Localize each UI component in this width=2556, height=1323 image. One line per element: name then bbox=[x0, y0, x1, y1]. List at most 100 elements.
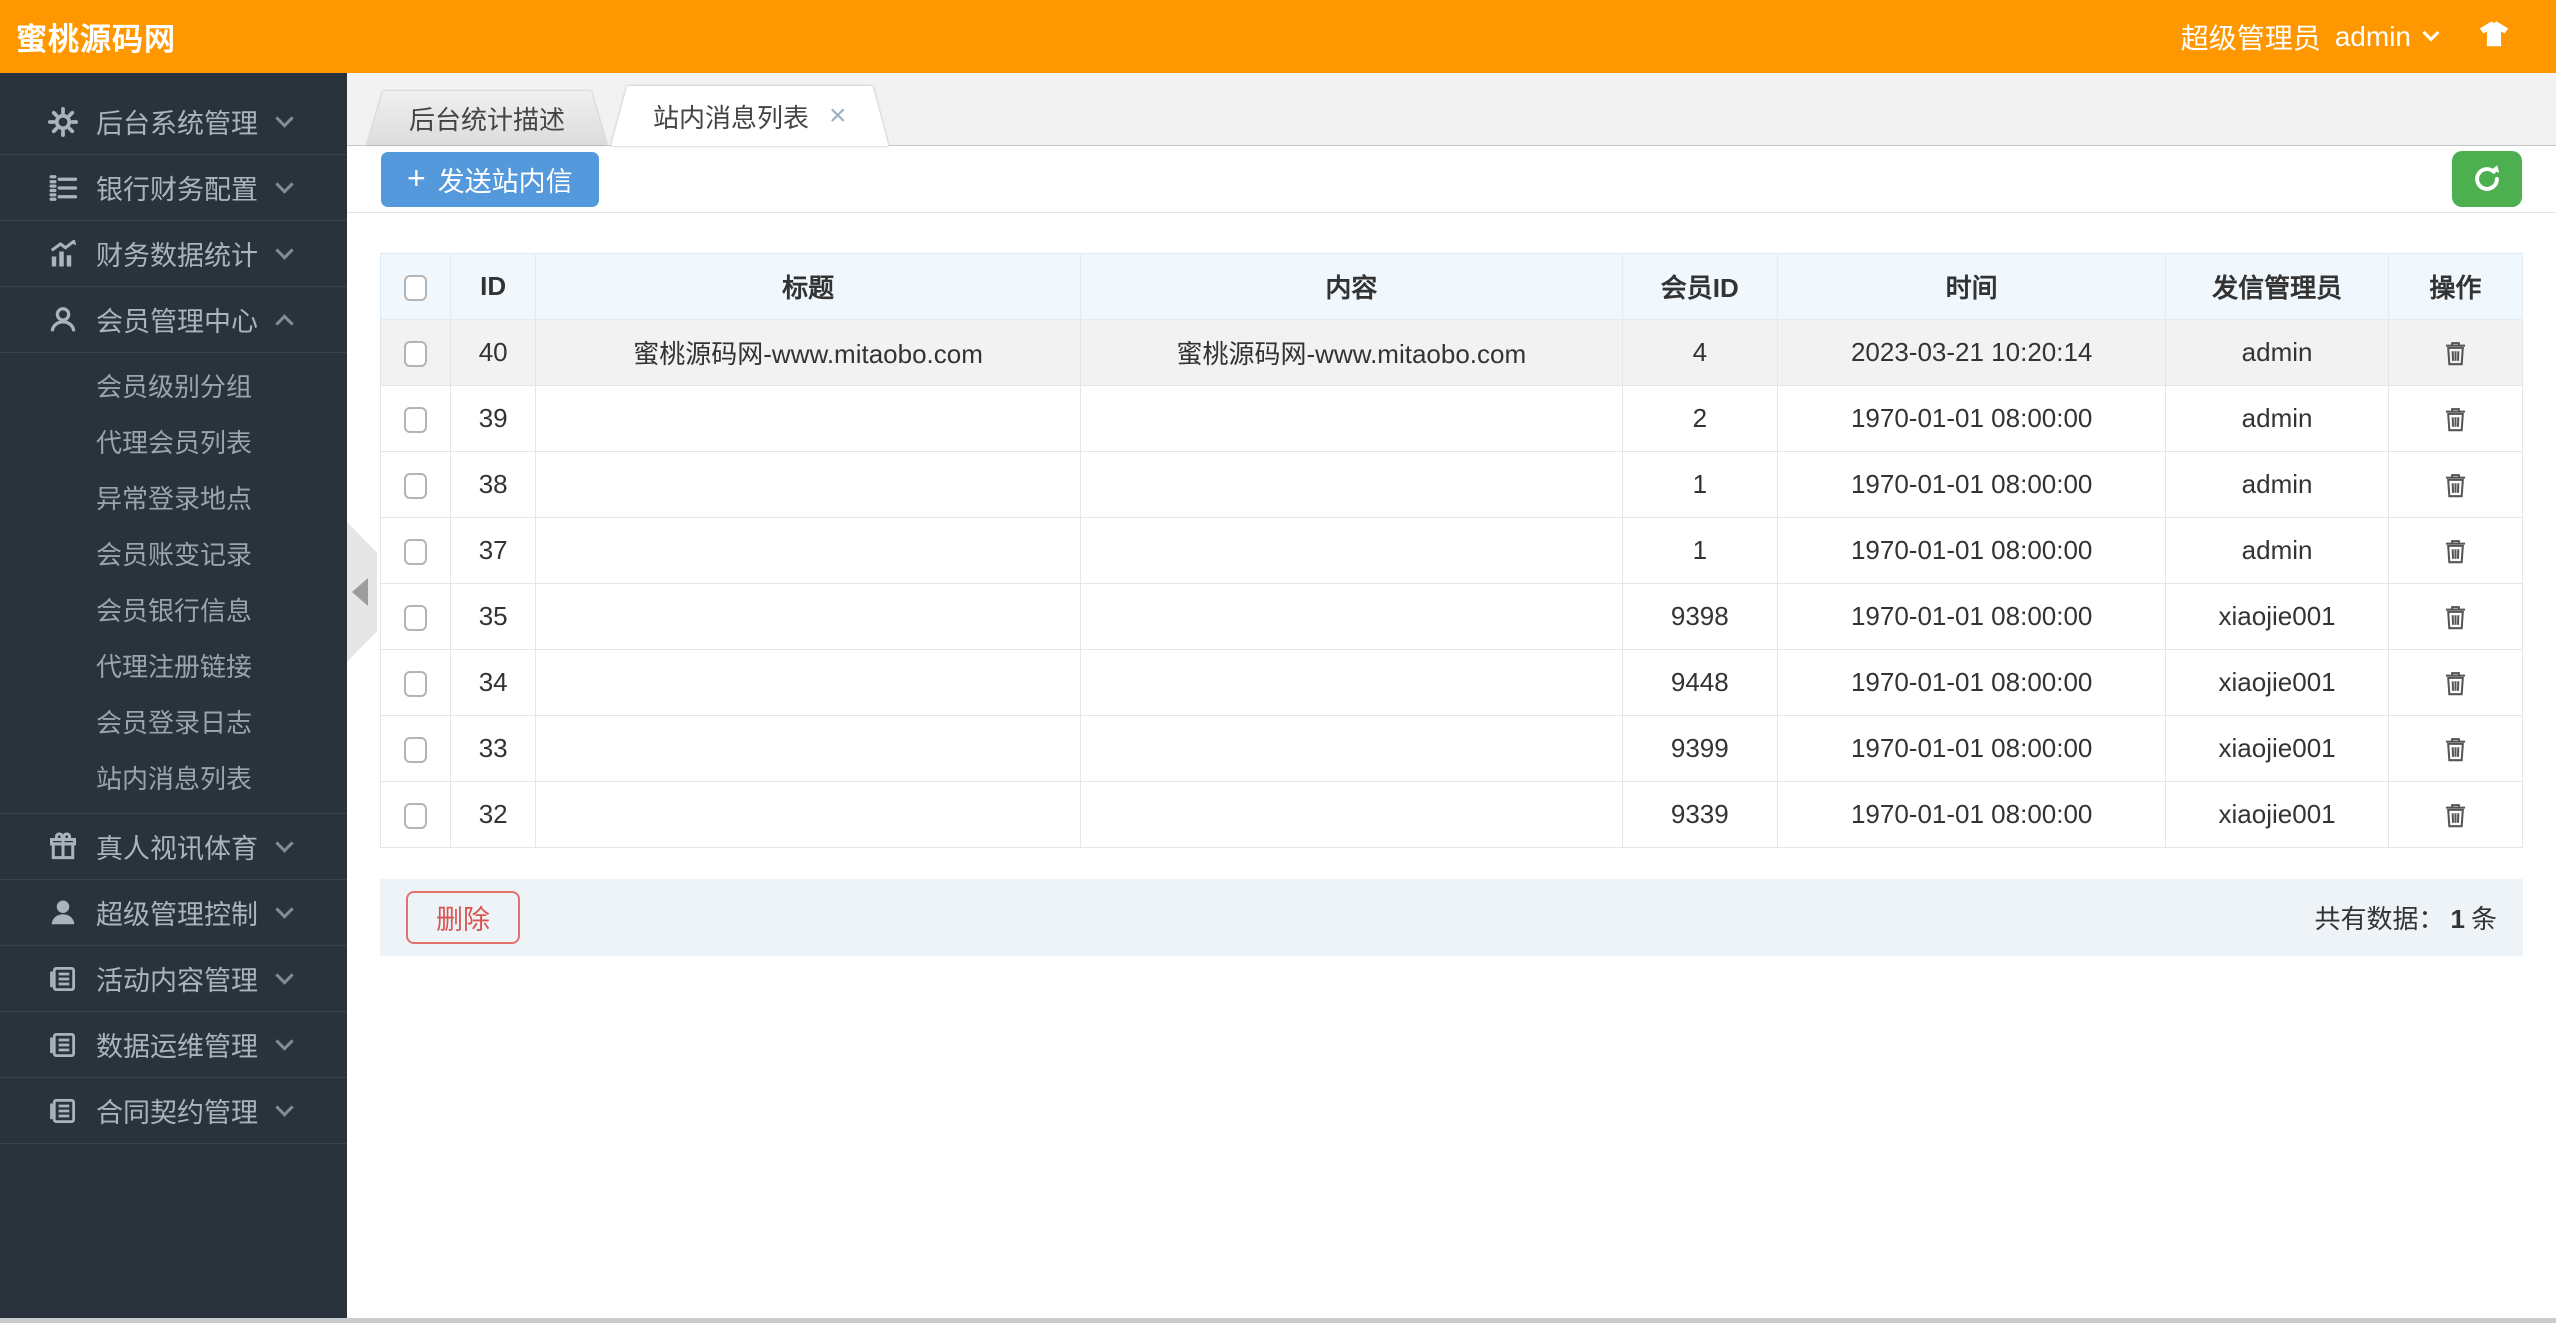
toolbar: + 发送站内信 bbox=[347, 146, 2556, 213]
cell-content bbox=[1079, 517, 1623, 584]
chevron-down-icon bbox=[275, 241, 294, 260]
cell-sender: admin bbox=[2165, 385, 2389, 452]
sidebar-item-6[interactable]: 超级管理控制 bbox=[0, 880, 347, 946]
cell-member-id: 9398 bbox=[1621, 583, 1778, 650]
cell-id: 35 bbox=[450, 583, 537, 650]
horizontal-scrollbar[interactable] bbox=[0, 1318, 2556, 1323]
row-checkbox[interactable] bbox=[404, 605, 428, 632]
chevron-down-icon bbox=[275, 175, 294, 194]
sidebar-item-4[interactable]: 会员管理中心 bbox=[0, 287, 347, 353]
cell-member-id: 4 bbox=[1621, 319, 1778, 386]
cell-title bbox=[535, 649, 1081, 716]
cell-sender: xiaojie001 bbox=[2165, 715, 2389, 782]
cell-sender: admin bbox=[2165, 517, 2389, 584]
table-row: 35 9398 1970-01-01 08:00:00 xiaojie001 bbox=[379, 583, 2524, 650]
send-message-button[interactable]: + 发送站内信 bbox=[381, 151, 599, 207]
table-row: 32 9339 1970-01-01 08:00:00 xiaojie001 bbox=[379, 781, 2524, 848]
cell-id: 33 bbox=[450, 715, 537, 782]
sidebar-item-8[interactable]: 数据运维管理 bbox=[0, 1012, 347, 1078]
sidebar-item-icon bbox=[48, 107, 78, 137]
chevron-left-icon bbox=[352, 578, 368, 606]
tab-close-icon[interactable]: × bbox=[829, 101, 847, 131]
sidebar-subitem[interactable]: 会员级别分组 bbox=[0, 359, 347, 415]
cell-sender: xiaojie001 bbox=[2165, 649, 2389, 716]
cell-sender: admin bbox=[2165, 451, 2389, 518]
sidebar-subitem[interactable]: 异常登录地点 bbox=[0, 471, 347, 527]
delete-row-button[interactable] bbox=[2438, 600, 2473, 635]
table-footer-bar: 删除 共有数据： 1 条 bbox=[380, 879, 2523, 956]
tab-dashboard[interactable]: 后台统计描述 bbox=[367, 91, 607, 145]
bulk-delete-button[interactable]: 删除 bbox=[406, 891, 520, 944]
sidebar-item-2[interactable]: 银行财务配置 bbox=[0, 155, 347, 221]
row-checkbox[interactable] bbox=[404, 473, 428, 500]
sidebar-item-label: 合同契约管理 bbox=[96, 1098, 258, 1128]
sidebar-item-icon bbox=[48, 964, 78, 994]
cell-content bbox=[1079, 385, 1623, 452]
sidebar-item-1[interactable]: 后台系统管理 bbox=[0, 89, 347, 155]
chevron-down-icon bbox=[2422, 24, 2440, 41]
sidebar-item-3[interactable]: 财务数据统计 bbox=[0, 221, 347, 287]
cell-id: 37 bbox=[450, 517, 537, 584]
sidebar-item-label: 银行财务配置 bbox=[96, 175, 258, 205]
cell-content bbox=[1079, 583, 1623, 650]
cell-title bbox=[535, 451, 1081, 518]
delete-row-button[interactable] bbox=[2438, 732, 2473, 767]
sidebar-item-5[interactable]: 真人视讯体育 bbox=[0, 814, 347, 880]
cell-sender: admin bbox=[2165, 319, 2389, 386]
row-checkbox[interactable] bbox=[404, 671, 428, 698]
cell-time: 1970-01-01 08:00:00 bbox=[1776, 781, 2167, 848]
refresh-button[interactable] bbox=[2452, 151, 2522, 207]
cell-title bbox=[535, 517, 1081, 584]
tab-messages[interactable]: 站内消息列表 × bbox=[611, 86, 889, 146]
sidebar-item-label: 超级管理控制 bbox=[96, 900, 258, 930]
row-checkbox[interactable] bbox=[404, 341, 428, 368]
header-id: ID bbox=[450, 253, 537, 320]
table-row: 34 9448 1970-01-01 08:00:00 xiaojie001 bbox=[379, 649, 2524, 716]
delete-row-button[interactable] bbox=[2438, 336, 2473, 371]
trash-icon bbox=[2442, 340, 2469, 367]
delete-row-button[interactable] bbox=[2438, 534, 2473, 569]
sidebar-item-label: 会员管理中心 bbox=[96, 307, 258, 337]
cell-member-id: 9399 bbox=[1621, 715, 1778, 782]
chevron-up-icon bbox=[275, 314, 294, 333]
trash-icon bbox=[2442, 670, 2469, 697]
delete-row-button[interactable] bbox=[2438, 798, 2473, 833]
sidebar-subitem[interactable]: 会员账变记录 bbox=[0, 527, 347, 583]
tshirt-theme-icon[interactable] bbox=[2477, 20, 2511, 54]
table-row: 39 2 1970-01-01 08:00:00 admin bbox=[379, 385, 2524, 452]
row-checkbox[interactable] bbox=[404, 803, 428, 830]
cell-id: 39 bbox=[450, 385, 537, 452]
trash-icon bbox=[2442, 538, 2469, 565]
cell-time: 1970-01-01 08:00:00 bbox=[1776, 649, 2167, 716]
sidebar-subitem[interactable]: 会员登录日志 bbox=[0, 695, 347, 751]
select-all-checkbox[interactable] bbox=[404, 275, 428, 302]
sidebar-item-label: 活动内容管理 bbox=[96, 966, 258, 996]
sidebar-subitem[interactable]: 代理会员列表 bbox=[0, 415, 347, 471]
sidebar-item-label: 后台系统管理 bbox=[96, 109, 258, 139]
sidebar-subitem[interactable]: 代理注册链接 bbox=[0, 639, 347, 695]
trash-icon bbox=[2442, 472, 2469, 499]
sidebar-item-icon bbox=[48, 1030, 78, 1060]
sidebar-item-label: 数据运维管理 bbox=[96, 1032, 258, 1062]
app-logo: 蜜桃源码网 bbox=[16, 22, 176, 57]
delete-row-button[interactable] bbox=[2438, 468, 2473, 503]
cell-time: 2023-03-21 10:20:14 bbox=[1776, 319, 2167, 386]
row-checkbox[interactable] bbox=[404, 539, 428, 566]
chevron-down-icon bbox=[275, 900, 294, 919]
sidebar-subitem[interactable]: 会员银行信息 bbox=[0, 583, 347, 639]
content-area: ID 标题 内容 会员ID 时间 发信管理员 操作 40 蜜桃源码网-www.m… bbox=[347, 213, 2556, 1323]
sidebar-item-7[interactable]: 活动内容管理 bbox=[0, 946, 347, 1012]
user-menu[interactable]: 超级管理员 admin bbox=[2181, 17, 2440, 57]
delete-row-button[interactable] bbox=[2438, 402, 2473, 437]
delete-row-button[interactable] bbox=[2438, 666, 2473, 701]
row-checkbox[interactable] bbox=[404, 407, 428, 434]
cell-content bbox=[1079, 451, 1623, 518]
table-row: 40 蜜桃源码网-www.mitaobo.com 蜜桃源码网-www.mitao… bbox=[379, 319, 2524, 386]
cell-member-id: 1 bbox=[1621, 517, 1778, 584]
cell-member-id: 2 bbox=[1621, 385, 1778, 452]
sidebar-subitem[interactable]: 站内消息列表 bbox=[0, 751, 347, 807]
sidebar-item-9[interactable]: 合同契约管理 bbox=[0, 1078, 347, 1144]
header-content: 内容 bbox=[1079, 253, 1623, 320]
row-checkbox[interactable] bbox=[404, 737, 428, 764]
total-prefix: 共有数据： bbox=[2314, 904, 2445, 934]
